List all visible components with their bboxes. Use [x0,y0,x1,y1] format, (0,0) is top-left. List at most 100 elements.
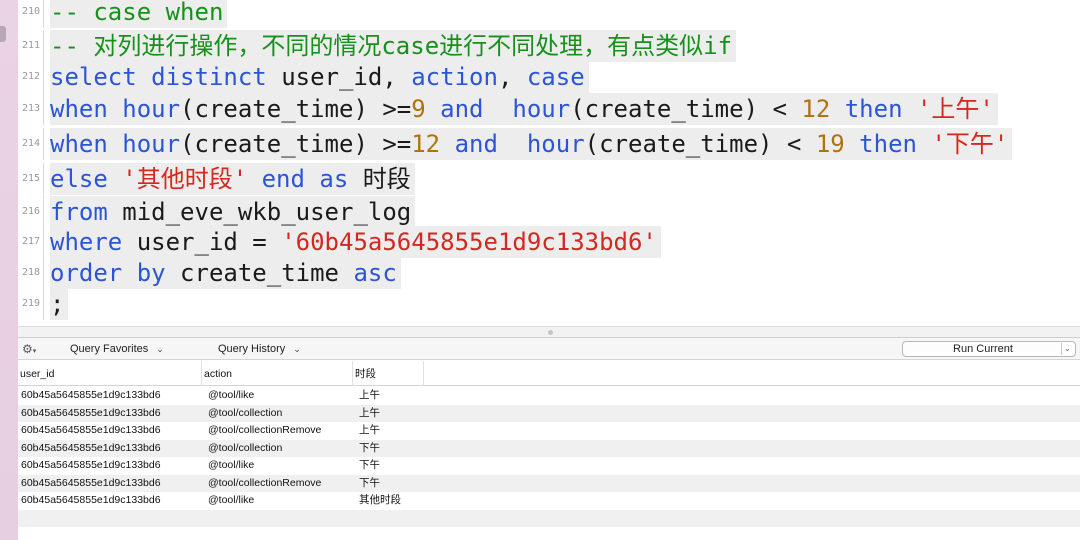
pane-splitter[interactable] [18,326,1080,338]
line-number: 210 [18,0,44,28]
table-cell[interactable]: 下午 [356,440,424,458]
code-token: -- case when [50,0,224,26]
results-table: user_id action 时段 60b45a5645855e1d9c133b… [18,361,1080,540]
table-cell[interactable]: 上午 [356,387,424,405]
code-text[interactable]: -- 对列进行操作，不同的情况case进行不同处理，有点类似if [50,30,737,62]
column-header-user-id[interactable]: user_id [18,361,202,386]
column-header-period[interactable]: 时段 [353,361,424,386]
splitter-grip[interactable] [548,330,553,335]
table-cell[interactable]: 下午 [356,457,424,475]
code-text[interactable]: else '其他时段' end as 时段 [50,163,415,195]
code-token: then [844,130,932,158]
table-row[interactable]: 60b45a5645855e1d9c133bd6 @tool/collection… [18,404,1080,423]
table-cell[interactable]: @tool/like [205,457,357,475]
table-cell[interactable]: 60b45a5645855e1d9c133bd6 [18,405,202,423]
code-token: hour [526,130,585,158]
code-line[interactable]: 211 -- 对列进行操作，不同的情况case进行不同处理，有点类似if [18,30,1080,62]
line-number: 213 [18,93,44,125]
code-token: 12 [801,95,831,123]
scroll-indicator[interactable] [0,26,6,42]
run-options-chevron-icon[interactable]: ⌄ [1064,342,1071,356]
code-line[interactable]: 212 select distinct user_id, action, case [18,61,1080,93]
line-number: 217 [18,226,44,258]
code-token: where [50,228,137,256]
chevron-down-icon: ⌄ [156,344,164,354]
code-line[interactable]: 210 -- case when [18,0,1080,28]
gear-icon[interactable]: ⚙▾ [22,340,44,358]
table-row[interactable]: 60b45a5645855e1d9c133bd6 @tool/like 下午 [18,457,1080,475]
query-toolbar: ⚙▾ Query Favorites ⌄ Query History ⌄ Run C… [18,338,1080,360]
query-history-label: Query History [218,343,286,355]
line-number: 215 [18,163,44,195]
table-row[interactable]: 60b45a5645855e1d9c133bd6 @tool/collection… [18,474,1080,493]
query-favorites-button[interactable]: Query Favorites ⌄ [70,338,164,360]
chevron-down-icon: ⌄ [293,344,301,354]
code-text[interactable]: -- case when [50,0,228,28]
line-number: 211 [18,30,44,62]
table-cell[interactable]: 60b45a5645855e1d9c133bd6 [18,475,202,493]
query-favorites-label: Query Favorites [70,343,149,355]
table-cell[interactable]: 下午 [356,475,424,493]
table-cell[interactable]: @tool/collectionRemove [205,475,357,493]
code-line[interactable]: 214 when hour(create_time) >=12 and hour(… [18,128,1080,160]
code-line[interactable]: 216 from mid_eve_wkb_user_log [18,196,1080,228]
table-row[interactable]: 60b45a5645855e1d9c133bd6 @tool/collection… [18,439,1080,458]
line-number: 218 [18,257,44,289]
table-cell[interactable]: 60b45a5645855e1d9c133bd6 [18,422,202,440]
code-line[interactable]: 215 else '其他时段' end as 时段 [18,163,1080,195]
code-token: 19 [815,130,845,158]
code-token: create_time [180,259,354,287]
code-token: then [830,95,917,123]
table-cell[interactable]: 60b45a5645855e1d9c133bd6 [18,387,202,405]
column-header-action[interactable]: action [202,361,353,386]
code-text[interactable]: order by create_time asc [50,257,401,289]
code-token: and [425,95,513,123]
code-token: user_id = [136,228,282,256]
code-line[interactable]: 217 where user_id = '60b45a5645855e1d9c13… [18,226,1080,258]
code-token: when [50,95,123,123]
table-cell[interactable]: 其他时段 [356,492,424,510]
code-token: hour [122,95,181,123]
code-text[interactable]: from mid_eve_wkb_user_log [50,196,416,228]
code-token: select distinct [50,63,282,91]
code-line[interactable]: 218 order by create_time asc [18,257,1080,289]
table-cell[interactable]: @tool/collection [205,405,357,423]
table-cell[interactable]: 60b45a5645855e1d9c133bd6 [18,440,202,458]
code-line[interactable]: 213 when hour(create_time) >=9 and hour(c… [18,93,1080,125]
code-token: ; [50,290,65,318]
code-token: '60b45a5645855e1d9c133bd6' [281,228,657,256]
table-row[interactable]: 60b45a5645855e1d9c133bd6 @tool/collection… [18,422,1080,440]
code-token: asc [353,259,397,287]
table-cell[interactable]: @tool/like [205,492,357,510]
code-token: and [440,130,527,158]
table-cell[interactable]: 上午 [356,405,424,423]
code-text[interactable]: where user_id = '60b45a5645855e1d9c133bd… [50,226,661,258]
line-number: 214 [18,128,44,160]
code-text[interactable]: ; [50,288,69,320]
query-history-button[interactable]: Query History ⌄ [218,338,301,360]
code-token: (create_time) >= [180,95,412,123]
table-cell[interactable]: 上午 [356,422,424,440]
code-text[interactable]: when hour(create_time) >=12 and hour(cre… [50,128,1013,160]
code-token: action [411,63,498,91]
table-cell[interactable]: 60b45a5645855e1d9c133bd6 [18,457,202,475]
code-token: '其他时段' [122,165,248,193]
code-line[interactable]: 219; [18,288,1080,320]
sql-editor[interactable]: 210 -- case when 211 -- 对列进行操作，不同的情况case进行不… [18,0,1080,326]
table-cell[interactable]: 60b45a5645855e1d9c133bd6 [18,492,202,510]
code-token: user_id, [281,63,412,91]
table-cell[interactable]: @tool/collectionRemove [205,422,357,440]
code-token: (create_time) < [570,95,802,123]
code-token: mid_eve_wkb_user_log [122,198,412,226]
table-cell[interactable]: @tool/collection [205,440,357,458]
run-current-button[interactable]: Run Current ⌄ [902,341,1076,357]
code-text[interactable]: select distinct user_id, action, case [50,61,589,93]
table-row[interactable]: 60b45a5645855e1d9c133bd6 @tool/like 其他时段 [18,492,1080,510]
line-number: 212 [18,61,44,93]
code-token: else [50,165,123,193]
table-row[interactable]: 60b45a5645855e1d9c133bd6 @tool/like 上午 [18,387,1080,405]
table-cell[interactable]: @tool/like [205,387,357,405]
code-text[interactable]: when hour(create_time) >=9 and hour(crea… [50,93,998,125]
code-token: case [526,63,585,91]
run-button-divider [1061,343,1062,355]
